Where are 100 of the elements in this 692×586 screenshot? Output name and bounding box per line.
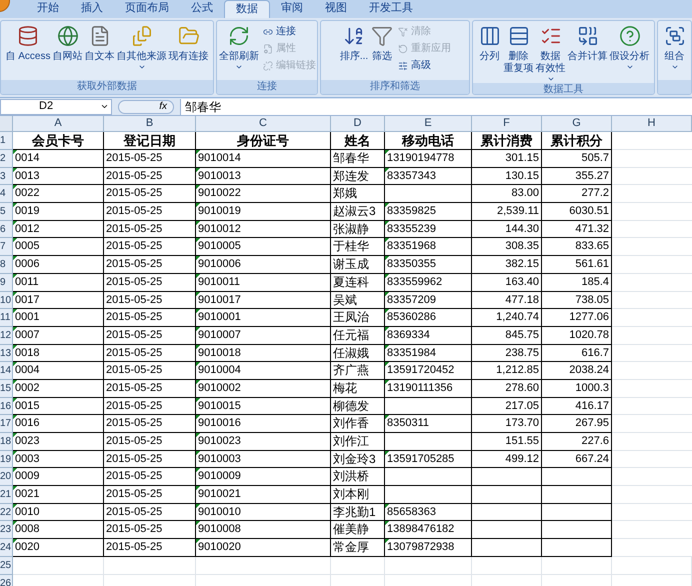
- table-cell: 13190111356: [385, 380, 472, 398]
- row-header[interactable]: 3: [0, 168, 13, 186]
- group-label: 数据工具: [473, 83, 654, 94]
- ribbon-small-button[interactable]: 高级: [397, 58, 452, 73]
- table-cell: 9010009: [196, 468, 331, 486]
- table-cell: 催美静: [331, 521, 385, 540]
- column-header[interactable]: A: [13, 116, 104, 131]
- table-cell: 1000.3: [542, 380, 612, 398]
- row-header[interactable]: 24: [0, 539, 13, 557]
- row-header[interactable]: 19: [0, 450, 13, 468]
- table-cell: 谢玉成: [331, 256, 385, 274]
- ribbon-button[interactable]: 合并计算: [566, 24, 608, 71]
- table-cell: 2015-05-25: [104, 326, 196, 345]
- ribbon-tab[interactable]: 开发工具: [358, 0, 424, 18]
- table-cell: 0023: [13, 433, 104, 451]
- ribbon-tab[interactable]: 视图: [314, 0, 358, 18]
- column-title: 累计积分: [542, 132, 612, 150]
- row-header[interactable]: 20: [0, 468, 13, 486]
- column-header[interactable]: D: [331, 116, 385, 131]
- row-header[interactable]: 18: [0, 433, 13, 451]
- select-all-corner[interactable]: [0, 116, 13, 131]
- button-label: 筛选: [372, 51, 392, 63]
- button-label: 自 Access: [5, 51, 50, 63]
- table-cell: 13591705285: [385, 450, 472, 468]
- column-header[interactable]: B: [104, 116, 196, 131]
- ribbon-tab[interactable]: 审阅: [270, 0, 314, 18]
- row-header[interactable]: 26: [0, 574, 13, 586]
- ribbon-tab[interactable]: 公式: [180, 0, 224, 18]
- ribbon-button[interactable]: 分列: [476, 24, 502, 71]
- ribbon-button[interactable]: 删除 重复项: [502, 24, 534, 83]
- row-header[interactable]: 5: [0, 203, 13, 221]
- table-cell: 0016: [13, 415, 104, 433]
- table-cell: 130.15: [472, 168, 542, 186]
- table-cell: 9010020: [196, 539, 331, 557]
- row-header[interactable]: 17: [0, 415, 13, 433]
- ribbon-button[interactable]: 筛选: [369, 24, 396, 71]
- ribbon-button[interactable]: 数据 有效性: [534, 24, 566, 83]
- column-header[interactable]: H: [612, 116, 692, 131]
- row-header[interactable]: 25: [0, 556, 13, 574]
- ribbon-button[interactable]: 假设分析: [608, 24, 650, 71]
- row-header[interactable]: 1: [0, 132, 13, 150]
- row-header[interactable]: 9: [0, 274, 13, 292]
- table-cell: 9010001: [196, 309, 331, 327]
- ribbon-button[interactable]: 排序...: [338, 24, 370, 71]
- column-header[interactable]: G: [542, 116, 612, 131]
- ribbon-button[interactable]: 自 Access: [4, 24, 52, 71]
- formula-field[interactable]: 邹春华: [180, 98, 692, 114]
- row-header[interactable]: 23: [0, 521, 13, 540]
- row-header[interactable]: 11: [0, 309, 13, 327]
- table-cell: 2015-05-25: [104, 150, 196, 168]
- ribbon-small-button[interactable]: 连接: [262, 24, 316, 39]
- column-header[interactable]: F: [472, 116, 542, 131]
- ribbon-button[interactable]: 全部刷新: [218, 24, 260, 71]
- table-cell: 499.12: [472, 450, 542, 468]
- ribbon-button[interactable]: 自网站: [52, 24, 84, 71]
- row-header[interactable]: 21: [0, 486, 13, 504]
- row-header[interactable]: 7: [0, 238, 13, 256]
- empty-cell: [542, 468, 612, 486]
- row-header[interactable]: 16: [0, 398, 13, 416]
- table-cell: 267.95: [542, 415, 612, 433]
- table-cell: 308.35: [472, 238, 542, 256]
- ribbon-button[interactable]: 自文本: [84, 24, 116, 71]
- button-label: 全部刷新: [219, 51, 259, 63]
- ribbon-tab[interactable]: 插入: [70, 0, 114, 18]
- row-header[interactable]: 10: [0, 292, 13, 310]
- table-cell: 于桂华: [331, 238, 385, 256]
- table-cell: 185.4: [542, 274, 612, 292]
- row-header[interactable]: 12: [0, 326, 13, 345]
- table-cell: 刘本刚: [331, 486, 385, 504]
- table-cell: 9010003: [196, 450, 331, 468]
- column-header[interactable]: C: [196, 116, 331, 131]
- row-header[interactable]: 4: [0, 185, 13, 204]
- ribbon-button[interactable]: 现有连接: [168, 24, 210, 71]
- row-header[interactable]: 22: [0, 504, 13, 522]
- caret-icon: [100, 102, 109, 111]
- ribbon-tab[interactable]: 数据: [224, 0, 270, 18]
- reapply-icon: [397, 42, 410, 54]
- row-header[interactable]: 15: [0, 380, 13, 398]
- table-cell: 9010002: [196, 380, 331, 398]
- ribbon-tab[interactable]: 开始: [26, 0, 70, 18]
- table-cell: 2015-05-25: [104, 398, 196, 416]
- filter-clear-icon: [397, 26, 410, 38]
- button-label: 数据: [540, 51, 560, 62]
- row-header[interactable]: 14: [0, 362, 13, 380]
- ribbon-button[interactable]: 自其他来源: [116, 24, 168, 71]
- column-header[interactable]: E: [385, 116, 472, 131]
- table-cell: 2015-05-25: [104, 450, 196, 468]
- cell-reference: D2: [39, 99, 54, 114]
- row-header[interactable]: 8: [0, 256, 13, 274]
- row-header[interactable]: 2: [0, 150, 13, 168]
- group-label: 排序和筛选: [321, 80, 469, 94]
- fx-button[interactable]: fx: [118, 100, 174, 114]
- table-cell: 416.17: [542, 398, 612, 416]
- table-cell: 9010023: [196, 433, 331, 451]
- ribbon-tab[interactable]: 页面布局: [114, 0, 180, 18]
- row-header[interactable]: 13: [0, 344, 13, 362]
- ribbon-button[interactable]: 组合: [662, 24, 688, 71]
- row-header[interactable]: 6: [0, 220, 13, 238]
- table-cell: 2015-05-25: [104, 468, 196, 486]
- name-box[interactable]: D2: [0, 98, 112, 114]
